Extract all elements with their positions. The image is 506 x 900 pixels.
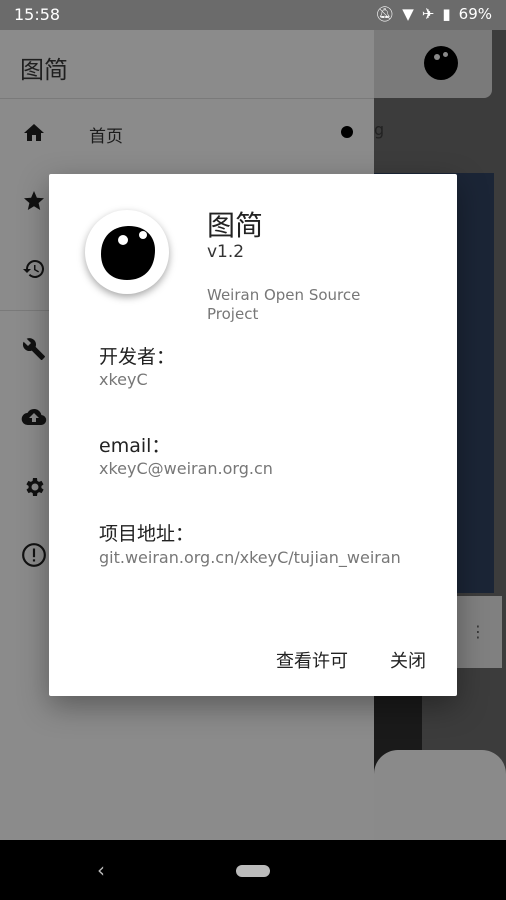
navigation-bar: ‹: [0, 840, 506, 900]
info-icon: [21, 542, 47, 568]
view-license-button[interactable]: 查看许可: [276, 647, 348, 673]
battery-percent: 69%: [458, 5, 492, 23]
project-url-value[interactable]: git.weiran.org.cn/xkeyC/tujian_weiran: [99, 548, 401, 567]
close-button[interactable]: 关闭: [390, 647, 426, 673]
background-text: g: [374, 120, 385, 139]
dialog-app-name: 图简: [207, 209, 264, 242]
project-url-label: 项目地址：: [99, 523, 195, 545]
more-vert-icon[interactable]: ⋮: [470, 622, 486, 641]
drawer-divider: [0, 98, 374, 99]
gear-icon: [21, 474, 47, 500]
dialog-org: Weiran Open Source Project: [207, 286, 361, 323]
app-logo-icon: [424, 46, 458, 80]
drawer-item-label: 首页: [89, 127, 123, 147]
background-toolbar: [374, 30, 492, 98]
home-icon: [21, 120, 47, 146]
developer-label: 开发者：: [99, 346, 176, 368]
drawer-title: 图简: [20, 56, 68, 84]
status-time: 15:58: [14, 5, 61, 24]
dnd-off-icon: 🔕︎: [375, 5, 395, 23]
about-dialog: 图简 v1.2 Weiran Open Source Project 开发者： …: [49, 174, 457, 696]
back-icon[interactable]: ‹: [97, 858, 105, 882]
wrench-icon: [21, 336, 47, 362]
background-sheet: [374, 750, 506, 840]
dialog-version: v1.2: [207, 242, 245, 262]
email-label: email：: [99, 435, 171, 457]
status-bar: 15:58 🔕︎ ▼ ✈ ▮ 69%: [0, 0, 506, 30]
cloud-upload-icon: [21, 404, 47, 430]
battery-icon: ▮: [442, 5, 451, 23]
dot-indicator: [341, 126, 353, 138]
home-pill-icon[interactable]: [236, 865, 270, 877]
wifi-icon: ▼: [402, 5, 414, 23]
email-value[interactable]: xkeyC@weiran.org.cn: [99, 459, 273, 478]
status-icons: 🔕︎ ▼ ✈ ▮ 69%: [375, 5, 492, 23]
airplane-icon: ✈: [421, 5, 435, 23]
star-icon: [21, 188, 47, 214]
developer-value: xkeyC: [99, 370, 148, 389]
app-logo-icon: [101, 226, 155, 280]
drawer-item-home[interactable]: 首页: [0, 106, 374, 162]
app-logo: [85, 210, 169, 294]
history-icon: [21, 256, 47, 282]
